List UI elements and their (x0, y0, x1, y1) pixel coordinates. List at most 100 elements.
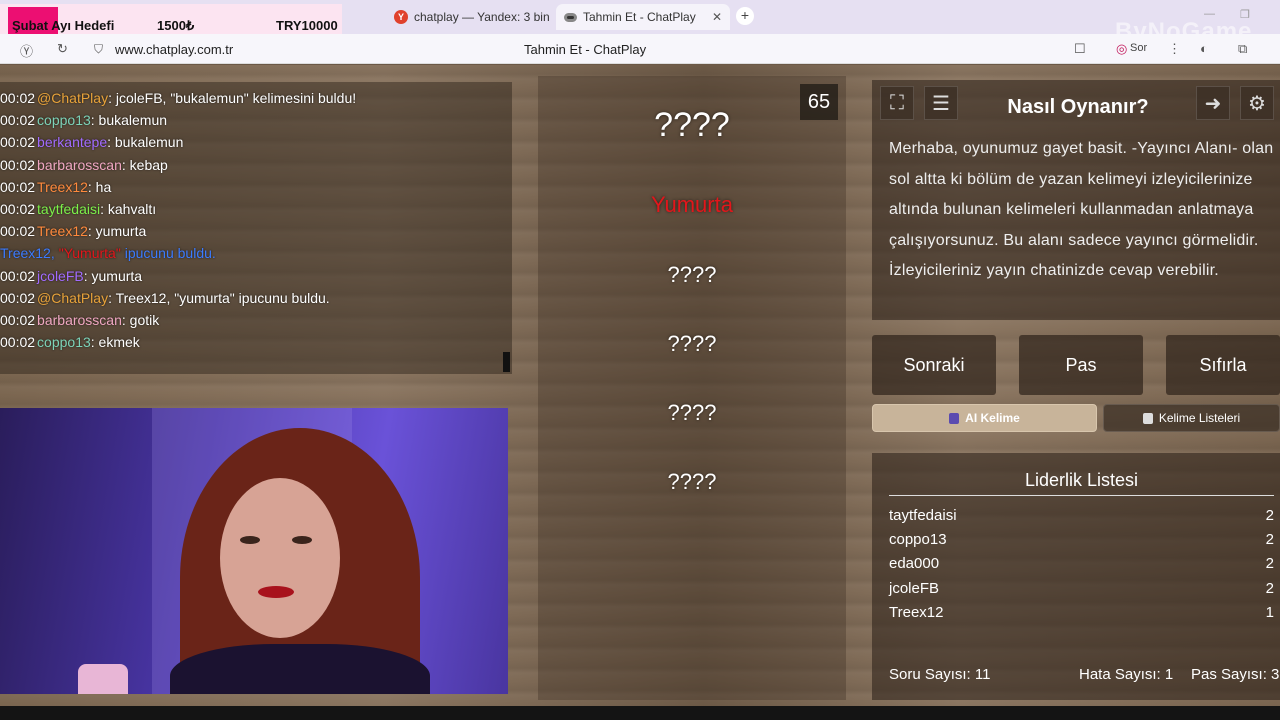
how-to-play-title: Nasıl Oynanır? (1007, 96, 1149, 118)
chat-message: 00:02 @ChatPlay: Treex12, "yumurta" ipucu… (0, 290, 330, 306)
minimize-icon[interactable]: — (1204, 8, 1215, 20)
notebook-icon (1142, 412, 1153, 424)
tab-yandex[interactable]: Y chatplay — Yandex: 3 bin s (386, 4, 552, 30)
chat-timestamp: 00:02 (0, 156, 36, 173)
chat-message: 00:02 barbarosscan: gotik (0, 312, 159, 328)
goal-target: TRY10000 (276, 18, 338, 33)
chat-username: taytfedaisi (37, 201, 101, 217)
word-lists-label: Kelime Listeleri (1158, 411, 1241, 425)
bottom-bar (0, 706, 1280, 720)
how-to-play-text: Merhaba, oyunumuz gayet basit. -Yayıncı … (889, 140, 1274, 279)
ai-word-tab[interactable]: AI Kelime (872, 404, 1097, 432)
word-column (538, 76, 846, 700)
chat-timestamp: 00:02 (0, 178, 36, 195)
player-name: Treex12 (889, 603, 944, 621)
chat-text: : jcoleFB, "bukalemun" kelimesini buldu! (108, 90, 357, 106)
more-icon[interactable]: ⋮ (1168, 41, 1181, 57)
chat-message: 00:02 Treex12: yumurta (0, 223, 146, 239)
main-word: ???? (654, 106, 730, 144)
hint-word-highlight: "Yumurta" (58, 245, 121, 262)
close-tab-icon[interactable]: ✕ (706, 10, 722, 24)
chat-text: : bukalemun (90, 112, 168, 129)
url-field[interactable]: www.chatplay.com.tr (115, 42, 233, 57)
streamer-webcam (0, 408, 508, 694)
pass-button[interactable]: Pas (1019, 335, 1143, 395)
tab-label: chatplay — Yandex: 3 bin s (414, 10, 552, 24)
chat-message: 00:02 taytfedaisi: kahvaltı (0, 201, 156, 217)
chat-message: 00:02 coppo13: ekmek (0, 334, 140, 350)
hidden-word: ???? (667, 400, 717, 425)
chat-text: : gotik (121, 312, 160, 328)
bookmark-icon[interactable]: ☐ (1074, 41, 1086, 57)
player-name: coppo13 (889, 531, 947, 549)
chat-username: Treex12 (37, 223, 88, 240)
chat-timestamp: 00:02 (0, 334, 36, 351)
chat-text: : yumurta (83, 267, 143, 284)
browser-tab-bar: Şubat Ayı Hedefi 1500₺ TRY10000 Y chatpl… (0, 0, 1280, 45)
chat-username: Treex12, (0, 245, 55, 262)
chat-message: 00:02 coppo13: bukalemun (0, 112, 167, 128)
chat-timestamp: 00:02 (0, 289, 36, 306)
player-score: 2 (1265, 555, 1274, 573)
chat-text: : yumurta (87, 223, 147, 240)
shield-icon[interactable]: ⛉ (94, 42, 103, 57)
alice-icon[interactable]: ◎ (1116, 41, 1127, 57)
word-lists-tab[interactable]: Kelime Listeleri (1103, 404, 1280, 432)
chat-text: : Treex12, "yumurta" ipucunu buldu. (108, 289, 330, 306)
chat-text: : bukalemun (107, 134, 184, 151)
player-name: eda000 (889, 555, 940, 573)
chat-username: jcoleFB (37, 267, 84, 284)
chat-timestamp: 00:02 (0, 267, 36, 284)
divider (889, 495, 1274, 496)
chat-timestamp: 00:02 (0, 223, 36, 240)
robot-icon (949, 412, 960, 424)
chat-username: @ChatPlay (37, 289, 109, 306)
player-score: 1 (1265, 603, 1274, 621)
chat-username: barbarosscan (37, 156, 122, 173)
hidden-word: ???? (667, 469, 717, 494)
chat-message: 00:02 jcoleFB: yumurta (0, 268, 142, 284)
chat-message: 00:02 berkantepe: bukalemun (0, 134, 183, 150)
chat-message: 00:02 @ChatPlay: jcoleFB, "bukalemun" kel… (0, 90, 356, 106)
player-score: 2 (1265, 579, 1274, 597)
chat-message: 00:02 Treex12: ha (0, 179, 111, 195)
player-score: 2 (1265, 507, 1274, 524)
chat-username: berkantepe (37, 134, 108, 151)
pass-count: Pas Sayısı: 3 (1191, 666, 1280, 683)
sor-button[interactable]: Sor (1130, 42, 1147, 54)
question-count: Soru Sayısı: 11 (889, 666, 991, 683)
error-count: Hata Sayısı: 1 (1079, 666, 1174, 683)
hidden-word: ???? (667, 331, 717, 356)
next-button[interactable]: Sonraki (872, 335, 996, 395)
chat-username: barbarosscan (37, 312, 122, 328)
chat-username: Treex12 (37, 178, 88, 195)
tab-label: Tahmin Et - ChatPlay (583, 10, 696, 24)
maximize-icon[interactable]: ❐ (1240, 8, 1250, 21)
yandex-favicon-icon: Y (394, 10, 408, 24)
chat-timestamp: 00:02 (0, 201, 36, 217)
reload-icon[interactable]: ↻ (57, 41, 68, 57)
goal-current: 1500₺ (157, 18, 195, 33)
chat-username: coppo13 (37, 112, 91, 129)
address-bar: Ⓨ ↻ ⛉ www.chatplay.com.tr Tahmin Et - Ch… (0, 34, 1280, 64)
tab-chatplay[interactable]: Tahmin Et - ChatPlay ✕ (556, 4, 730, 30)
leaderboard-title: Liderlik Listesi (1024, 470, 1139, 490)
player-name: taytfedaisi (889, 507, 957, 524)
chat-text: ipucunu buldu. (120, 245, 216, 262)
chat-username: coppo13 (37, 334, 91, 351)
hidden-word: ???? (667, 262, 717, 287)
yandex-home-icon[interactable]: Ⓨ (20, 41, 33, 60)
chatplay-favicon-icon (564, 12, 577, 22)
chat-timestamp: 00:02 (0, 312, 36, 328)
extensions-icon[interactable]: ⧉ (1238, 41, 1247, 57)
chat-scrollbar[interactable] (503, 352, 510, 372)
reset-button[interactable]: Sıfırla (1166, 335, 1280, 395)
player-score: 2 (1265, 531, 1274, 549)
chat-message: 00:02 barbarosscan: kebap (0, 157, 168, 173)
chat-username: @ChatPlay (37, 90, 109, 106)
new-tab-button[interactable]: + (736, 7, 754, 25)
ai-word-label: AI Kelime (965, 411, 1020, 425)
hint-word: Yumurta (651, 192, 733, 217)
downloads-icon[interactable]: ◐ (1200, 41, 1208, 56)
chat-message: Treex12, "Yumurta" ipucunu buldu. (0, 245, 216, 261)
